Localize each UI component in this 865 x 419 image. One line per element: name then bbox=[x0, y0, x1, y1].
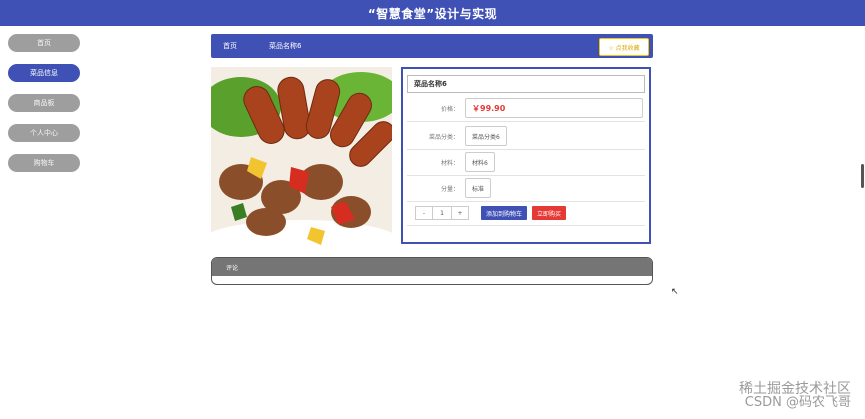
mouse-cursor-icon: ↖ bbox=[671, 287, 679, 297]
breadcrumb-home[interactable]: 首页 bbox=[223, 41, 237, 51]
sidebar-item-home[interactable]: 首页 bbox=[8, 34, 80, 52]
material-row: 材料： 材料6 bbox=[407, 149, 645, 176]
review-section: 评论 bbox=[211, 257, 653, 285]
category-row: 菜品分类： 菜品分类6 bbox=[407, 123, 645, 150]
sidebar-item-board[interactable]: 商品板 bbox=[8, 94, 80, 112]
quantity-input[interactable]: 1 bbox=[432, 207, 452, 219]
portion-label: 分量： bbox=[440, 186, 459, 193]
product-detail-panel: 菜品名称6 价格： ￥99.90 菜品分类： 菜品分类6 材料： 材料6 分量：… bbox=[401, 67, 651, 244]
material-value: 材料6 bbox=[465, 152, 495, 172]
purchase-controls: - 1 + 添加到购物车 立即购买 bbox=[415, 206, 567, 220]
breadcrumb: 首页 菜品名称6 ☆ 点我收藏 bbox=[211, 34, 653, 58]
add-to-cart-button[interactable]: 添加到购物车 bbox=[481, 206, 528, 220]
sidebar-item-cart[interactable]: 购物车 bbox=[8, 154, 80, 172]
sidebar-item-dishes[interactable]: 菜品信息 bbox=[8, 64, 80, 82]
category-label: 菜品分类： bbox=[428, 134, 459, 141]
quantity-stepper: - 1 + bbox=[415, 206, 469, 220]
quantity-plus-button[interactable]: + bbox=[452, 207, 468, 219]
price-value-box: ￥99.90 bbox=[465, 98, 643, 118]
collect-button[interactable]: ☆ 点我收藏 bbox=[599, 38, 649, 56]
breadcrumb-current: 菜品名称6 bbox=[269, 42, 302, 50]
price-label: 价格： bbox=[440, 106, 459, 113]
dish-image bbox=[211, 67, 392, 247]
portion-row: 分量： 标准 bbox=[407, 175, 645, 202]
review-header: 评论 bbox=[212, 258, 652, 276]
portion-value: 标准 bbox=[465, 178, 492, 198]
buy-now-button[interactable]: 立即购买 bbox=[532, 206, 567, 220]
app-header: “智慧食堂”设计与实现 bbox=[0, 0, 865, 26]
panel-divider bbox=[407, 225, 645, 226]
price-value: ￥99.90 bbox=[472, 103, 506, 113]
sidebar-nav: 首页 菜品信息 商品板 个人中心 购物车 bbox=[8, 34, 82, 184]
watermark: 稀土掘金技术社区 CSDN @码农飞哥 bbox=[739, 382, 851, 410]
quantity-minus-button[interactable]: - bbox=[416, 207, 432, 219]
scrollbar-thumb[interactable] bbox=[861, 164, 864, 188]
price-row: 价格： ￥99.90 bbox=[407, 95, 645, 122]
product-name: 菜品名称6 bbox=[407, 75, 645, 93]
sidebar-item-profile[interactable]: 个人中心 bbox=[8, 124, 80, 142]
watermark-line1: 稀土掘金技术社区 bbox=[739, 381, 851, 397]
watermark-line2: CSDN @码农飞哥 bbox=[744, 395, 851, 410]
material-label: 材料： bbox=[440, 160, 459, 167]
page-title: “智慧食堂”设计与实现 bbox=[367, 6, 498, 21]
category-value: 菜品分类6 bbox=[465, 126, 507, 146]
